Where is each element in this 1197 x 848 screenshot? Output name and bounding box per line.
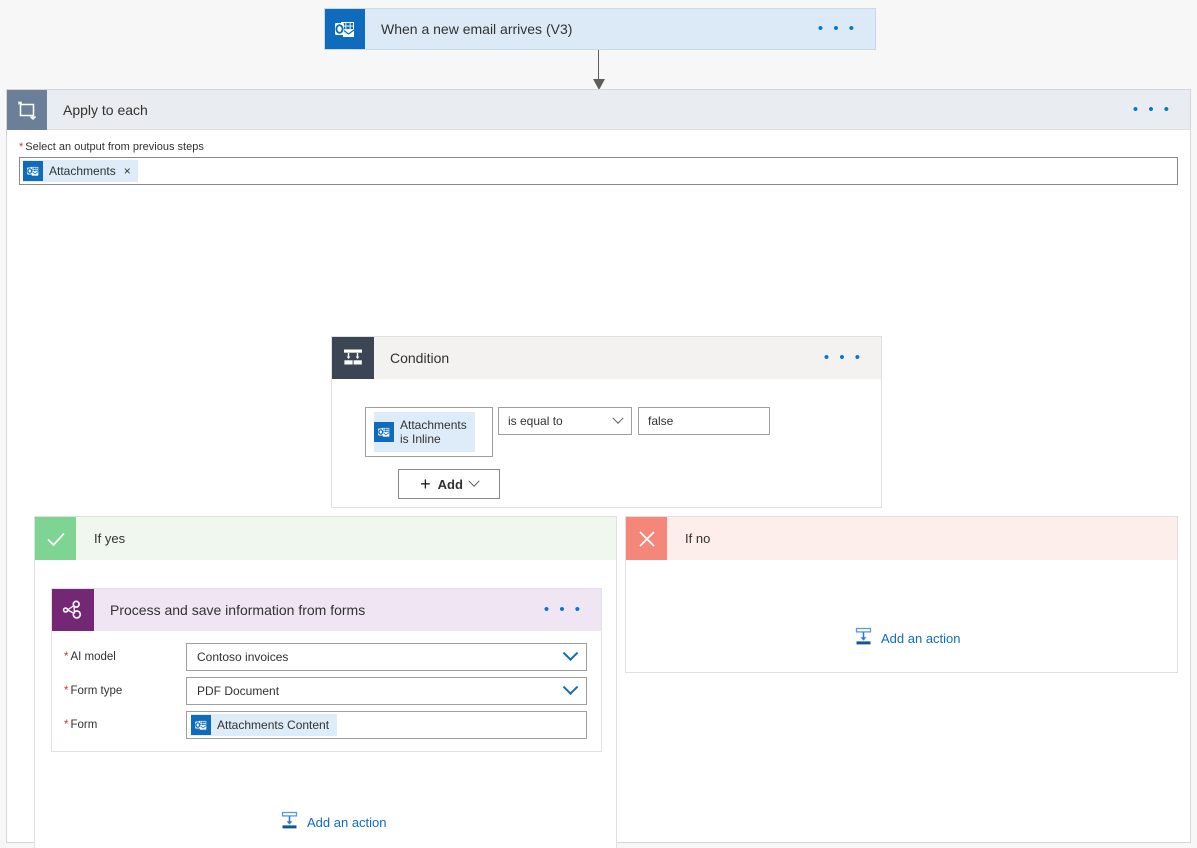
- attachments-is-inline-token[interactable]: Attachmentsis Inline: [374, 412, 475, 452]
- outlook-icon: [23, 161, 43, 181]
- add-action-if-no-label: Add an action: [881, 631, 961, 646]
- chevron-down-icon: [612, 413, 623, 424]
- form-label: *Form: [64, 719, 186, 731]
- required-asterisk: *: [64, 719, 68, 731]
- close-icon[interactable]: ×: [124, 164, 138, 178]
- condition-menu-button[interactable]: • • •: [806, 353, 881, 363]
- ai-builder-menu-button[interactable]: • • •: [526, 605, 601, 615]
- form-label-text: Form: [70, 719, 97, 731]
- required-asterisk: *: [64, 685, 68, 697]
- condition-row: Attachmentsis Inline is equal to false: [365, 407, 881, 457]
- attachments-token[interactable]: Attachments ×: [23, 160, 138, 182]
- attachments-content-token[interactable]: Attachments Content: [191, 714, 337, 736]
- ai-builder-body: *AI model Contoso invoices *Form type: [52, 631, 601, 742]
- apply-to-each-title: Apply to each: [47, 102, 1115, 118]
- ai-builder-action-card: Process and save information from forms …: [51, 588, 602, 752]
- ai-builder-card-header[interactable]: Process and save information from forms …: [52, 589, 601, 631]
- flow-designer-canvas: When a new email arrives (V3) • • • Appl…: [0, 0, 1197, 848]
- ai-model-label: *AI model: [64, 651, 186, 663]
- condition-icon: [332, 337, 374, 379]
- ai-model-value: Contoso invoices: [197, 650, 288, 664]
- ai-builder-icon: [52, 589, 94, 631]
- close-icon: [626, 517, 667, 560]
- trigger-card[interactable]: When a new email arrives (V3) • • •: [324, 8, 876, 50]
- condition-value-text: false: [648, 414, 673, 428]
- plus-icon: +: [420, 475, 431, 493]
- connector-line: [598, 50, 599, 82]
- ai-model-label-text: AI model: [70, 651, 115, 663]
- condition-operand-label: Attachmentsis Inline: [396, 418, 475, 446]
- branch-if-no-header: If no: [626, 517, 1177, 560]
- form-type-label: *Form type: [64, 685, 186, 697]
- form-type-dropdown[interactable]: PDF Document: [186, 677, 587, 705]
- form-type-row: *Form type PDF Document: [64, 674, 587, 708]
- checkmark-icon: [35, 517, 76, 560]
- apply-to-each-menu-button[interactable]: • • •: [1115, 105, 1190, 115]
- condition-operand-input[interactable]: Attachmentsis Inline: [365, 407, 493, 457]
- trigger-card-header: When a new email arrives (V3) • • •: [325, 9, 875, 49]
- condition-operator-dropdown[interactable]: is equal to: [498, 407, 632, 435]
- loop-icon: [7, 90, 47, 130]
- trigger-menu-button[interactable]: • • •: [800, 24, 875, 34]
- condition-title: Condition: [374, 350, 806, 366]
- condition-card: Condition • • •: [331, 336, 882, 508]
- condition-card-header[interactable]: Condition • • •: [332, 337, 881, 379]
- form-token-label: Attachments Content: [213, 718, 337, 732]
- add-action-if-yes-label: Add an action: [307, 815, 387, 830]
- branch-if-yes: If yes Process and save i: [34, 516, 617, 848]
- apply-to-each-header[interactable]: Apply to each • • •: [7, 90, 1190, 130]
- trigger-title: When a new email arrives (V3): [365, 21, 800, 37]
- chevron-down-icon: [468, 476, 479, 487]
- add-action-if-no[interactable]: Add an action: [854, 627, 961, 649]
- outlook-icon: [325, 9, 365, 49]
- scope-field-label: *Select an output from previous steps: [7, 130, 1190, 157]
- apply-to-each-body: *Select an output from previous steps: [7, 130, 1190, 185]
- add-condition-label: Add: [438, 477, 463, 492]
- connector-arrow: [598, 50, 600, 90]
- condition-operand-line2: is Inline: [400, 432, 441, 446]
- add-action-if-yes[interactable]: Add an action: [280, 811, 387, 833]
- ai-builder-title: Process and save information from forms: [94, 602, 526, 618]
- insert-action-icon: [854, 627, 873, 649]
- scope-output-input[interactable]: Attachments ×: [19, 157, 1178, 185]
- chevron-down-icon: [563, 645, 579, 661]
- branch-if-yes-header: If yes: [35, 517, 616, 560]
- form-type-value: PDF Document: [197, 684, 279, 698]
- required-asterisk: *: [64, 651, 68, 663]
- condition-operator-value: is equal to: [508, 414, 563, 428]
- scope-field-label-text: Select an output from previous steps: [25, 141, 204, 153]
- insert-action-icon: [280, 811, 299, 833]
- branch-if-yes-title: If yes: [76, 531, 125, 546]
- form-type-label-text: Form type: [70, 685, 122, 697]
- branch-if-no: If no Add an action: [625, 516, 1178, 673]
- outlook-icon: [191, 715, 211, 735]
- ai-model-row: *AI model Contoso invoices: [64, 640, 587, 674]
- form-token-input[interactable]: Attachments Content: [186, 711, 587, 739]
- ai-model-dropdown[interactable]: Contoso invoices: [186, 643, 587, 671]
- add-condition-button[interactable]: + Add: [398, 469, 500, 499]
- branch-if-no-title: If no: [667, 531, 710, 546]
- apply-to-each-scope: Apply to each • • • *Select an output fr…: [6, 89, 1191, 843]
- outlook-icon: [374, 422, 394, 442]
- condition-value-input[interactable]: false: [638, 407, 770, 435]
- required-asterisk: *: [19, 141, 23, 153]
- form-row: *Form: [64, 708, 587, 742]
- condition-operand-line1: Attachments: [400, 418, 467, 432]
- chevron-down-icon: [563, 679, 579, 695]
- attachments-token-label: Attachments: [45, 164, 124, 178]
- condition-body: Attachmentsis Inline is equal to false +: [332, 379, 881, 499]
